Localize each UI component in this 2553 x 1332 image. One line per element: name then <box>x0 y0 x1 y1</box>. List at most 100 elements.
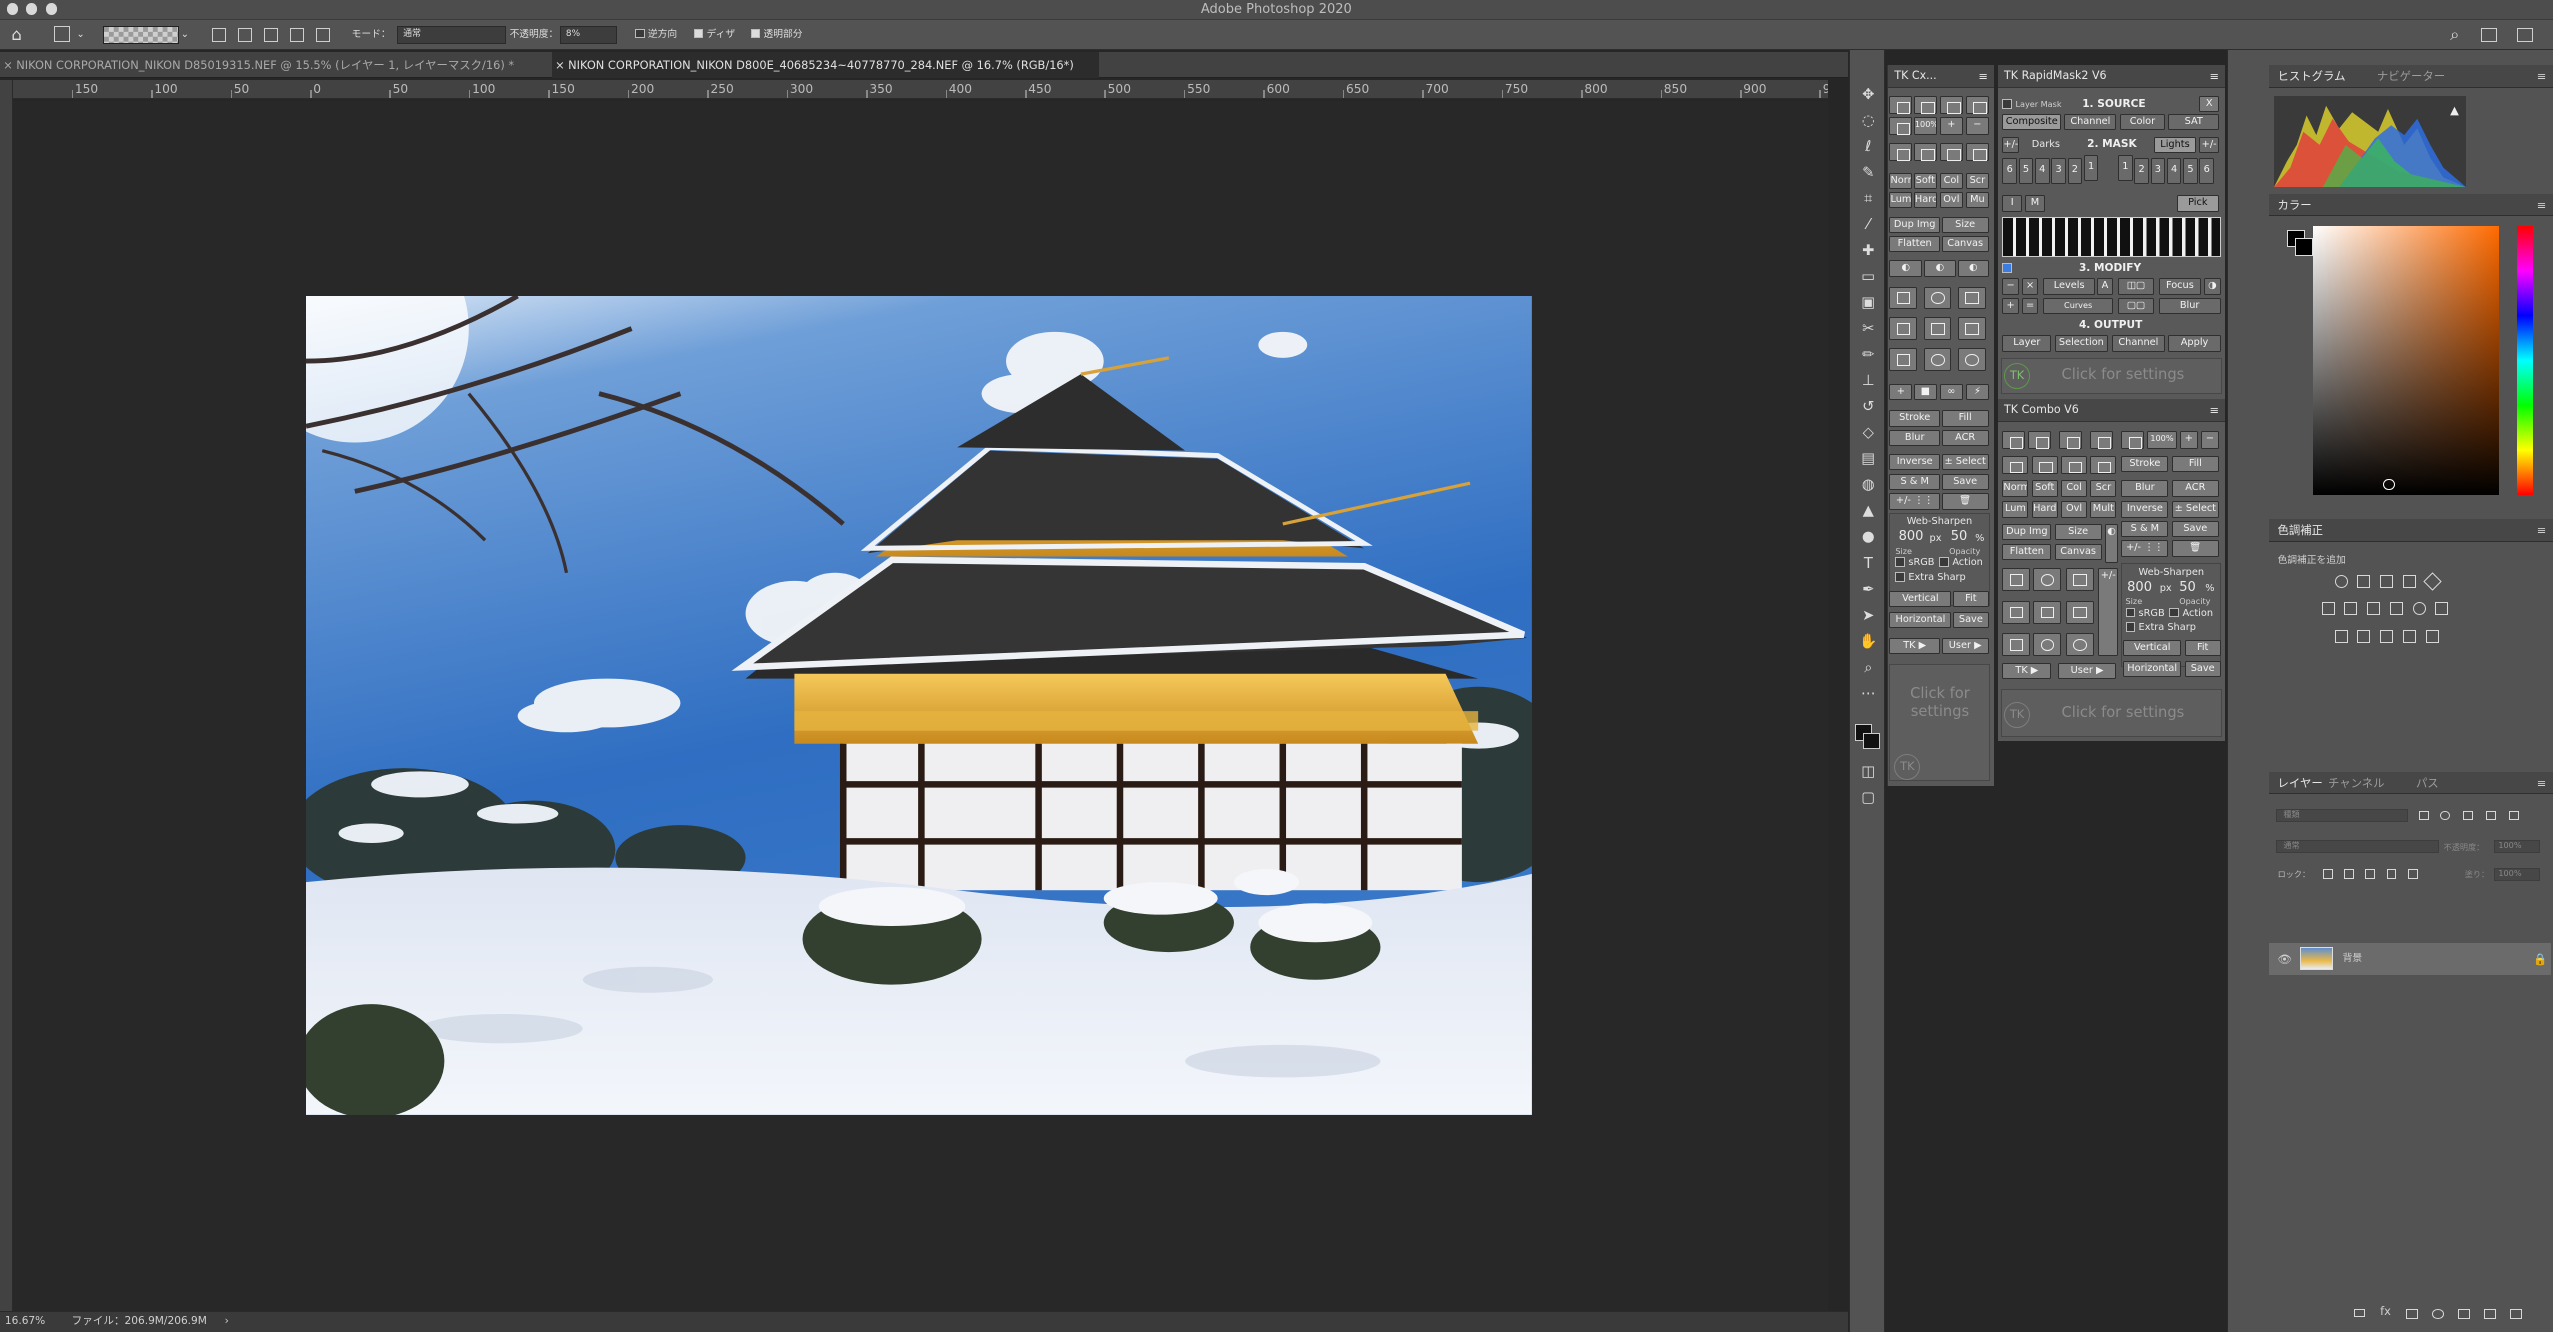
mask-range-strip[interactable] <box>2002 216 2221 258</box>
panel-menu-icon[interactable]: ≡ <box>2537 194 2547 217</box>
output-channel-button[interactable]: Channel <box>2111 335 2166 352</box>
light-level-6[interactable]: 6 <box>2199 157 2215 184</box>
filter-shape-icon[interactable] <box>2485 810 2496 821</box>
stroke-button[interactable]: Stroke <box>1889 410 1940 427</box>
color-picker-field[interactable] <box>2313 226 2499 495</box>
zoom-out-button[interactable]: − <box>2201 431 2219 450</box>
action-icon-3[interactable] <box>2065 568 2094 591</box>
fit-screen-icon[interactable] <box>2121 431 2145 450</box>
hue-sat-icon[interactable] <box>2321 602 2335 616</box>
action-icon-5[interactable] <box>2033 600 2062 624</box>
blend-soft-button[interactable]: Soft <box>2031 480 2058 497</box>
brush-gray-icon[interactable] <box>1965 143 1989 162</box>
curves-button[interactable]: Curves <box>2043 297 2114 315</box>
zoom-in-button[interactable]: + <box>1939 117 1963 136</box>
sm-button[interactable]: S & M <box>2121 520 2169 538</box>
vertical-button[interactable]: Vertical <box>1889 590 1952 608</box>
home-icon[interactable]: ⌂ <box>11 20 21 51</box>
lock-position-icon[interactable] <box>2365 869 2376 880</box>
layer-name[interactable]: 背景 <box>2343 943 2363 976</box>
eye-icon[interactable]: 👁 <box>2278 943 2292 976</box>
tab-document-1[interactable]: × NIKON CORPORATION_NIKON D85019315.NEF @… <box>0 52 550 78</box>
opacity-field[interactable]: 8% <box>560 26 617 44</box>
modify-plus-button[interactable]: + <box>2002 297 2019 315</box>
filter-pixel-icon[interactable] <box>2419 810 2429 821</box>
action-icon-4[interactable] <box>1889 317 1918 341</box>
light-level-1[interactable]: 1 <box>2118 154 2133 181</box>
flatten-button[interactable]: Flatten <box>1889 236 1940 253</box>
zoom-out-button[interactable]: − <box>1965 117 1989 136</box>
step-forward-icon[interactable] <box>1965 96 1989 114</box>
fx-icon[interactable]: fx <box>2380 1304 2391 1318</box>
threshold-icon[interactable] <box>2380 630 2394 644</box>
type-tool-icon[interactable]: T <box>1859 554 1879 574</box>
quick-select-tool-icon[interactable]: ✎ <box>1859 163 1879 183</box>
light-level-4[interactable]: 4 <box>2166 157 2182 184</box>
marquee-tool-icon[interactable]: ◌ <box>1859 111 1879 131</box>
frame-tool-icon[interactable]: ▣ <box>1859 293 1879 313</box>
modify-minus-button[interactable]: − <box>2002 278 2019 295</box>
action-icon-6[interactable] <box>1957 317 1986 341</box>
size-button[interactable]: Size <box>1941 216 1989 233</box>
zoom-100-button[interactable]: 100% <box>1913 117 1937 136</box>
radial-gradient-icon[interactable] <box>237 27 253 43</box>
action-checkbox[interactable]: Action <box>2169 607 2213 620</box>
canvas-button[interactable]: Canvas <box>1941 236 1989 253</box>
mask-toggle-button[interactable]: +/- <box>2002 136 2019 153</box>
blend-col-button[interactable]: Col <box>2061 480 2088 497</box>
brush-white-icon[interactable] <box>2031 455 2058 474</box>
color-picker-cursor[interactable] <box>2383 478 2395 490</box>
action-icon-8[interactable] <box>2065 633 2094 657</box>
delete-layer-icon[interactable] <box>1889 348 1918 372</box>
output-layer-button[interactable]: Layer <box>2002 335 2052 352</box>
trash-button[interactable]: 🗑 <box>2171 540 2219 557</box>
link-layers-icon[interactable] <box>2354 1308 2366 1318</box>
user-menu-button[interactable]: User ▶ <box>1941 638 1989 655</box>
brush-black-icon[interactable] <box>1889 143 1913 162</box>
dup-img-button[interactable]: Dup Img <box>2002 524 2052 541</box>
delete-layer-icon[interactable] <box>2510 1308 2522 1319</box>
trash-button[interactable]: 🗑 <box>1941 493 1989 510</box>
chevron-right-icon[interactable]: › <box>225 1312 229 1332</box>
action-icon-7[interactable] <box>2033 633 2062 657</box>
brush-black-icon[interactable] <box>2002 455 2029 474</box>
sat-button[interactable]: SAT <box>2168 113 2219 131</box>
curves-icon[interactable] <box>2380 574 2394 588</box>
background-color-swatch[interactable] <box>1863 732 1880 749</box>
save-output-button[interactable]: Save <box>1952 612 1989 629</box>
lock-artboard-icon[interactable] <box>2386 869 2397 880</box>
tk-menu-button[interactable]: TK ▶ <box>2002 662 2052 679</box>
color-balance-icon[interactable] <box>2344 602 2358 616</box>
layer-mask-checkbox[interactable]: Layer Mask <box>2002 98 2062 111</box>
color-lookup-icon[interactable] <box>2435 602 2449 616</box>
horizontal-ruler[interactable]: 150 100 50 0 50 100 150 200 250 300 350 400 450 500 55… <box>13 79 1829 100</box>
new-fill-layer-icon[interactable] <box>2432 1308 2444 1319</box>
blur-button[interactable]: Blur <box>1889 429 1940 447</box>
new-layer-icon[interactable] <box>2484 1308 2496 1319</box>
dither-checkbox[interactable]: ディザ <box>693 20 735 51</box>
lock-transparency-icon[interactable] <box>2323 869 2333 880</box>
dark-level-1[interactable]: 1 <box>2083 154 2099 181</box>
action-icon-3[interactable] <box>1957 286 1986 310</box>
levels-button[interactable]: Levels <box>2043 278 2096 295</box>
diamond-gradient-icon[interactable] <box>315 27 331 43</box>
sharpen-size-input[interactable]: 800 <box>1899 530 1924 543</box>
mask-link-button[interactable]: ∞ <box>1939 384 1963 401</box>
save-output-button[interactable]: Save <box>2184 660 2221 678</box>
srgb-checkbox[interactable]: sRGB <box>2125 607 2165 620</box>
delete-layer-icon[interactable] <box>2002 633 2031 657</box>
layer-kind-filter[interactable]: 種類 <box>2275 809 2408 823</box>
mask-black-button[interactable]: ■ <box>1913 384 1937 401</box>
eyedropper-tool-icon[interactable]: ⁄ <box>1859 215 1879 235</box>
bw-icon[interactable] <box>2367 602 2381 616</box>
action-icon-5[interactable] <box>1923 317 1952 341</box>
size-button[interactable]: Size <box>2054 524 2102 541</box>
blend-norm-button[interactable]: Norm <box>1889 172 1913 189</box>
invert-button[interactable]: I <box>2002 195 2022 212</box>
panel-menu-icon[interactable]: ≡ <box>2209 399 2219 422</box>
panel-menu-icon[interactable]: ≡ <box>2537 519 2547 542</box>
panel-menu-icon[interactable]: ≡ <box>2537 772 2547 795</box>
brush-gray-icon[interactable] <box>2090 455 2117 474</box>
action-icon-2[interactable] <box>2033 568 2062 591</box>
transparency-checkbox[interactable]: 透明部分 <box>750 20 803 51</box>
